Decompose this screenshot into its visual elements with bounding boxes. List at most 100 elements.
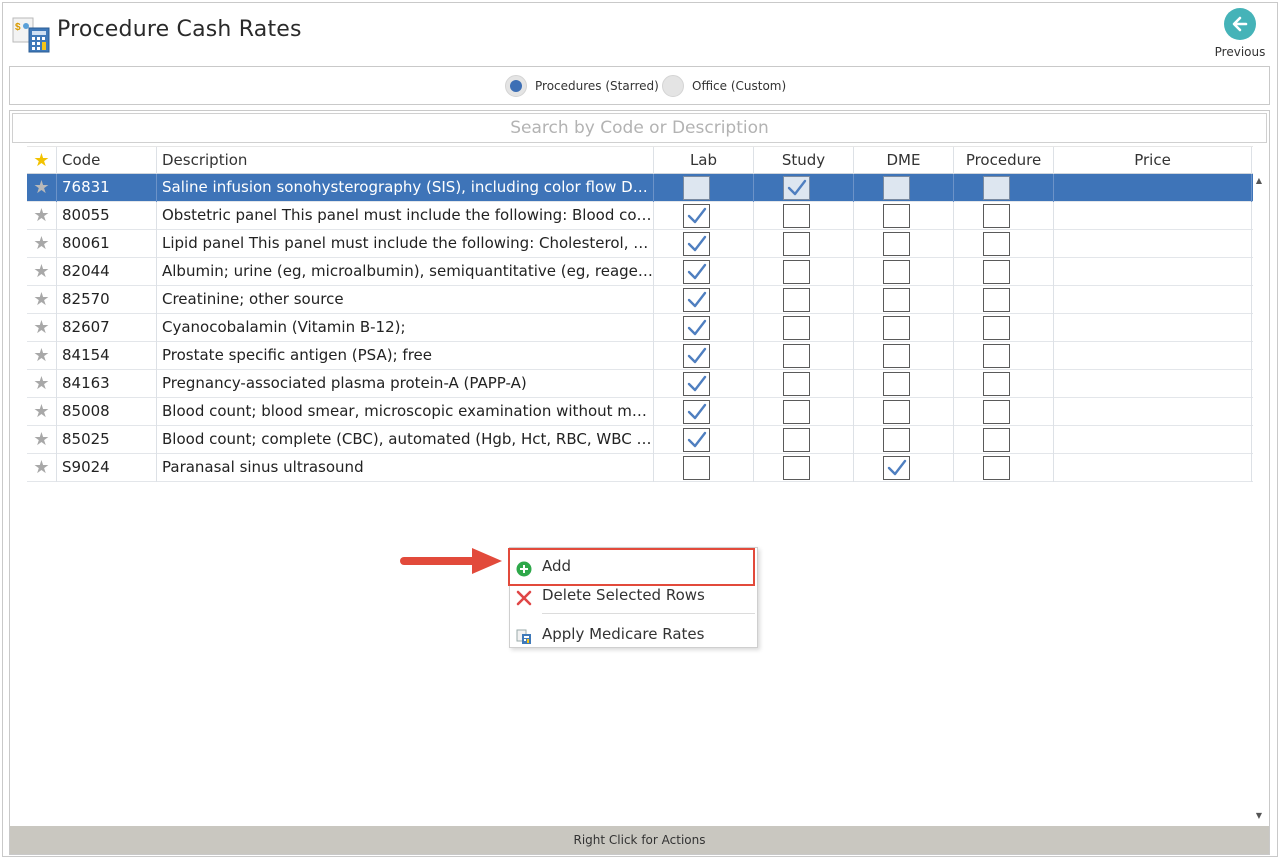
- procedure-checkbox[interactable]: [983, 428, 1010, 452]
- study-checkbox[interactable]: [783, 456, 810, 480]
- price-cell[interactable]: [1054, 258, 1252, 286]
- star-toggle[interactable]: ★: [27, 174, 57, 202]
- column-header-price[interactable]: Price: [1054, 147, 1252, 175]
- table-row[interactable]: ★ 85008 Blood count; blood smear, microsco…: [27, 398, 1253, 426]
- study-checkbox[interactable]: [783, 204, 810, 228]
- lab-checkbox[interactable]: [683, 232, 710, 256]
- lab-checkbox[interactable]: [683, 316, 710, 340]
- study-checkbox[interactable]: [783, 176, 810, 200]
- procedure-checkbox[interactable]: [983, 260, 1010, 284]
- star-toggle[interactable]: ★: [27, 202, 57, 230]
- description-cell: Obstetric panel This panel must include …: [157, 202, 654, 230]
- column-header-code[interactable]: Code: [57, 147, 157, 175]
- lab-checkbox[interactable]: [683, 176, 710, 200]
- scroll-up-arrow[interactable]: ▲: [1252, 174, 1266, 188]
- price-cell[interactable]: [1054, 426, 1252, 454]
- dme-checkbox[interactable]: [883, 400, 910, 424]
- scroll-down-arrow[interactable]: ▼: [1252, 809, 1266, 823]
- study-checkbox[interactable]: [783, 428, 810, 452]
- price-cell[interactable]: [1054, 398, 1252, 426]
- radio-label: Office (Custom): [692, 79, 787, 93]
- dme-checkbox[interactable]: [883, 316, 910, 340]
- dme-checkbox[interactable]: [883, 428, 910, 452]
- lab-checkbox[interactable]: [683, 456, 710, 480]
- price-cell[interactable]: [1054, 174, 1252, 202]
- procedure-checkbox[interactable]: [983, 176, 1010, 200]
- description-cell: Prostate specific antigen (PSA); free: [157, 342, 654, 370]
- dme-checkbox[interactable]: [883, 288, 910, 312]
- dme-checkbox[interactable]: [883, 344, 910, 368]
- procedure-checkbox[interactable]: [983, 204, 1010, 228]
- description-cell: Albumin; urine (eg, microalbumin), semiq…: [157, 258, 654, 286]
- table-row[interactable]: ★ 82607 Cyanocobalamin (Vitamin B-12);: [27, 314, 1253, 342]
- table-row[interactable]: ★ 84163 Pregnancy-associated plasma protei…: [27, 370, 1253, 398]
- study-checkbox[interactable]: [783, 232, 810, 256]
- dme-checkbox[interactable]: [883, 260, 910, 284]
- procedure-checkbox[interactable]: [983, 400, 1010, 424]
- column-header-dme[interactable]: DME: [854, 147, 954, 175]
- price-cell[interactable]: [1054, 230, 1252, 258]
- table-row[interactable]: ★ 84154 Prostate specific antigen (PSA); f…: [27, 342, 1253, 370]
- star-toggle[interactable]: ★: [27, 426, 57, 454]
- radio-procedures-starred[interactable]: Procedures (Starred): [505, 75, 659, 97]
- star-column-header[interactable]: ★: [27, 147, 57, 175]
- column-header-description[interactable]: Description: [157, 147, 654, 175]
- menu-item-apply-medicare-rates[interactable]: Apply Medicare Rates: [510, 620, 757, 648]
- previous-button[interactable]: Previous: [1212, 8, 1268, 62]
- star-toggle[interactable]: ★: [27, 370, 57, 398]
- study-checkbox[interactable]: [783, 260, 810, 284]
- column-header-procedure[interactable]: Procedure: [954, 147, 1054, 175]
- star-toggle[interactable]: ★: [27, 230, 57, 258]
- table-row[interactable]: ★ 82044 Albumin; urine (eg, microalbumin),…: [27, 258, 1253, 286]
- lab-checkbox[interactable]: [683, 400, 710, 424]
- table-row[interactable]: ★ 82570 Creatinine; other source: [27, 286, 1253, 314]
- star-toggle[interactable]: ★: [27, 398, 57, 426]
- price-cell[interactable]: [1054, 454, 1252, 482]
- star-toggle[interactable]: ★: [27, 454, 57, 482]
- lab-cell: [654, 314, 754, 342]
- lab-checkbox[interactable]: [683, 260, 710, 284]
- price-cell[interactable]: [1054, 202, 1252, 230]
- radio-office-custom[interactable]: Office (Custom): [662, 75, 786, 97]
- star-toggle[interactable]: ★: [27, 342, 57, 370]
- column-header-study[interactable]: Study: [754, 147, 854, 175]
- procedure-checkbox[interactable]: [983, 456, 1010, 480]
- price-cell[interactable]: [1054, 314, 1252, 342]
- price-cell[interactable]: [1054, 286, 1252, 314]
- dme-checkbox[interactable]: [883, 176, 910, 200]
- study-checkbox[interactable]: [783, 400, 810, 424]
- procedure-checkbox[interactable]: [983, 344, 1010, 368]
- procedure-checkbox[interactable]: [983, 372, 1010, 396]
- lab-checkbox[interactable]: [683, 344, 710, 368]
- procedure-checkbox[interactable]: [983, 232, 1010, 256]
- table-row[interactable]: ★ 80055 Obstetric panel This panel must in…: [27, 202, 1253, 230]
- table-row[interactable]: ★ 76831 Saline infusion sonohysterography …: [27, 174, 1253, 202]
- lab-checkbox[interactable]: [683, 428, 710, 452]
- study-checkbox[interactable]: [783, 344, 810, 368]
- star-toggle[interactable]: ★: [27, 314, 57, 342]
- search-input[interactable]: [12, 113, 1267, 143]
- price-cell[interactable]: [1054, 342, 1252, 370]
- menu-item-add[interactable]: Add: [510, 552, 757, 580]
- table-row[interactable]: ★ 85025 Blood count; complete (CBC), autom…: [27, 426, 1253, 454]
- procedure-checkbox[interactable]: [983, 288, 1010, 312]
- study-checkbox[interactable]: [783, 316, 810, 340]
- star-toggle[interactable]: ★: [27, 286, 57, 314]
- study-checkbox[interactable]: [783, 372, 810, 396]
- lab-checkbox[interactable]: [683, 204, 710, 228]
- table-row[interactable]: ★ 80061 Lipid panel This panel must includ…: [27, 230, 1253, 258]
- menu-item-delete-selected-rows[interactable]: Delete Selected Rows: [510, 581, 757, 609]
- dme-checkbox[interactable]: [883, 204, 910, 228]
- price-cell[interactable]: [1054, 370, 1252, 398]
- table-row[interactable]: ★ S9024 Paranasal sinus ultrasound: [27, 454, 1253, 482]
- procedure-checkbox[interactable]: [983, 316, 1010, 340]
- lab-checkbox[interactable]: [683, 288, 710, 312]
- dme-cell: [854, 370, 954, 398]
- dme-checkbox[interactable]: [883, 456, 910, 480]
- star-toggle[interactable]: ★: [27, 258, 57, 286]
- lab-checkbox[interactable]: [683, 372, 710, 396]
- dme-checkbox[interactable]: [883, 232, 910, 256]
- column-header-lab[interactable]: Lab: [654, 147, 754, 175]
- dme-checkbox[interactable]: [883, 372, 910, 396]
- study-checkbox[interactable]: [783, 288, 810, 312]
